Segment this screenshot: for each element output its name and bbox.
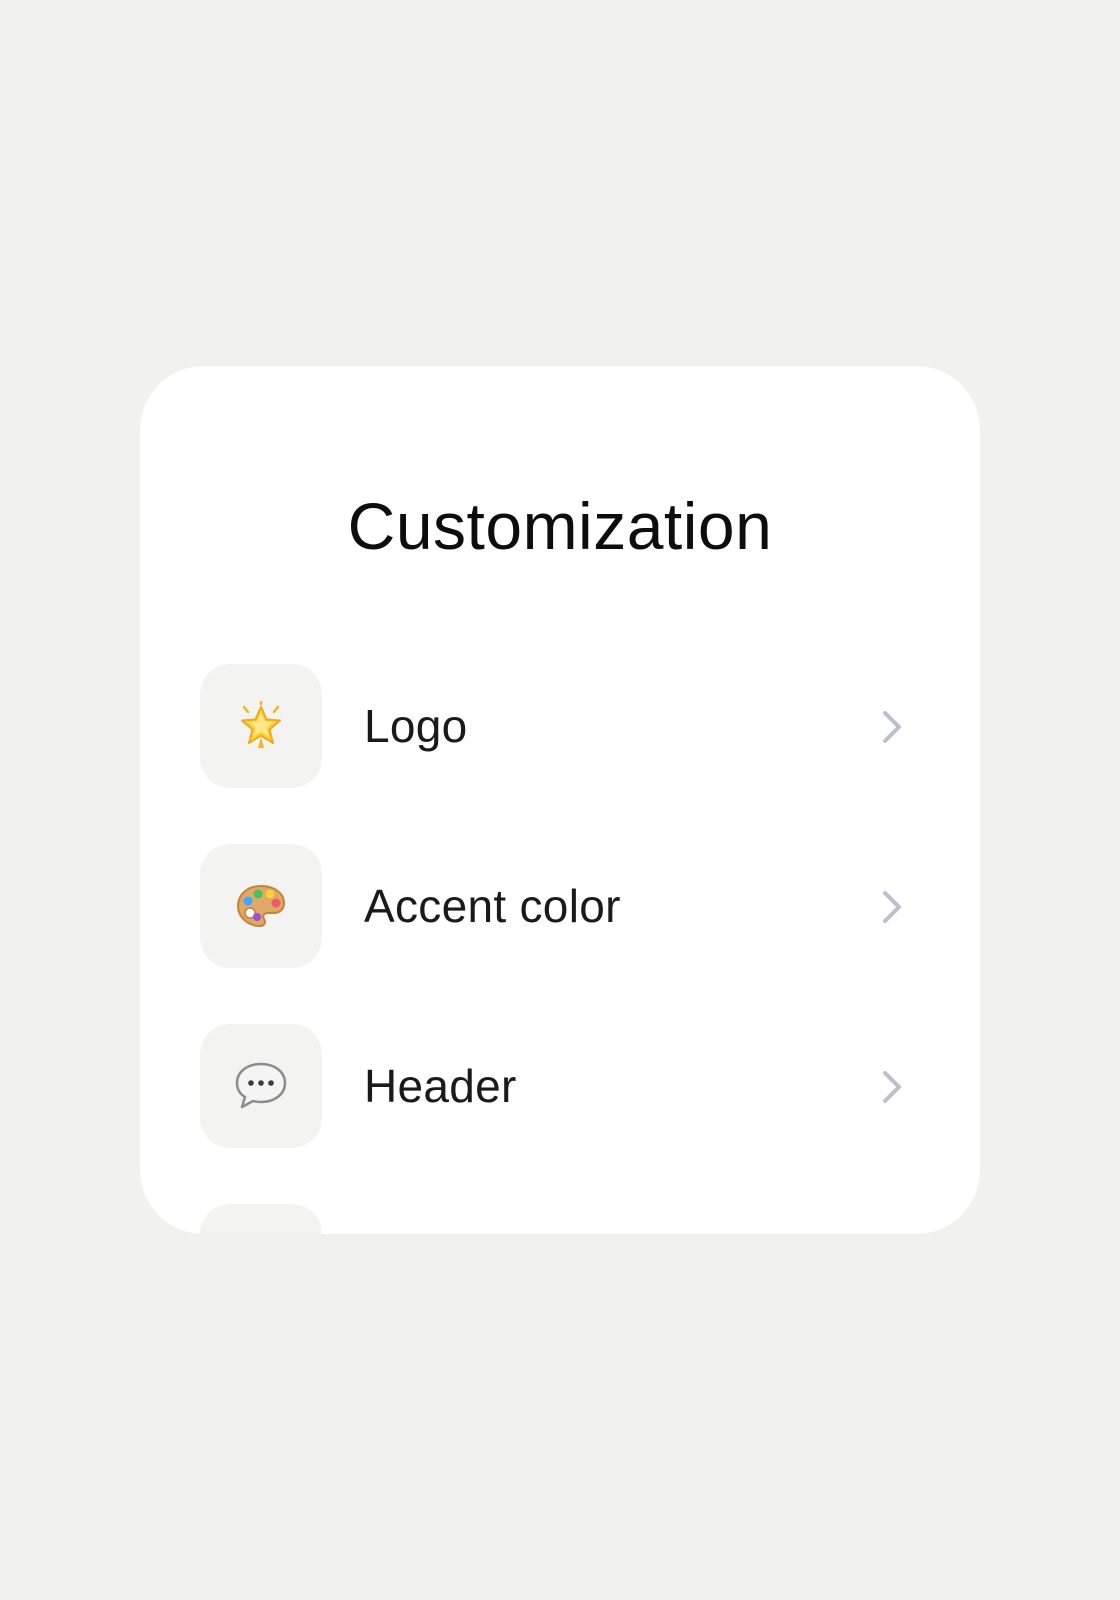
icon-tile: [200, 664, 322, 788]
customization-list: Logo Accent color Header: [200, 664, 920, 1234]
chevron-right-icon: [883, 1071, 901, 1103]
menu-item-partial[interactable]: [200, 1204, 920, 1234]
menu-item-label: Header: [364, 1060, 517, 1112]
menu-item-label: Accent color: [364, 880, 621, 932]
speech-bubble-icon: [235, 1062, 287, 1109]
icon-tile: [200, 1024, 322, 1148]
menu-item-accent-color[interactable]: Accent color: [200, 844, 920, 968]
chevron-right-icon: [883, 891, 901, 923]
customization-card: Customization Logo Accent color Header: [140, 366, 980, 1234]
page-title: Customization: [347, 489, 773, 563]
icon-tile: [200, 844, 322, 968]
menu-item-logo[interactable]: Logo: [200, 664, 920, 788]
chevron-right-icon: [883, 711, 901, 743]
menu-item-label: Logo: [364, 700, 468, 752]
glowing-star-icon: [241, 701, 281, 748]
artist-palette-icon: [236, 884, 286, 928]
menu-item-header[interactable]: Header: [200, 1024, 920, 1148]
icon-tile: [200, 1204, 322, 1234]
